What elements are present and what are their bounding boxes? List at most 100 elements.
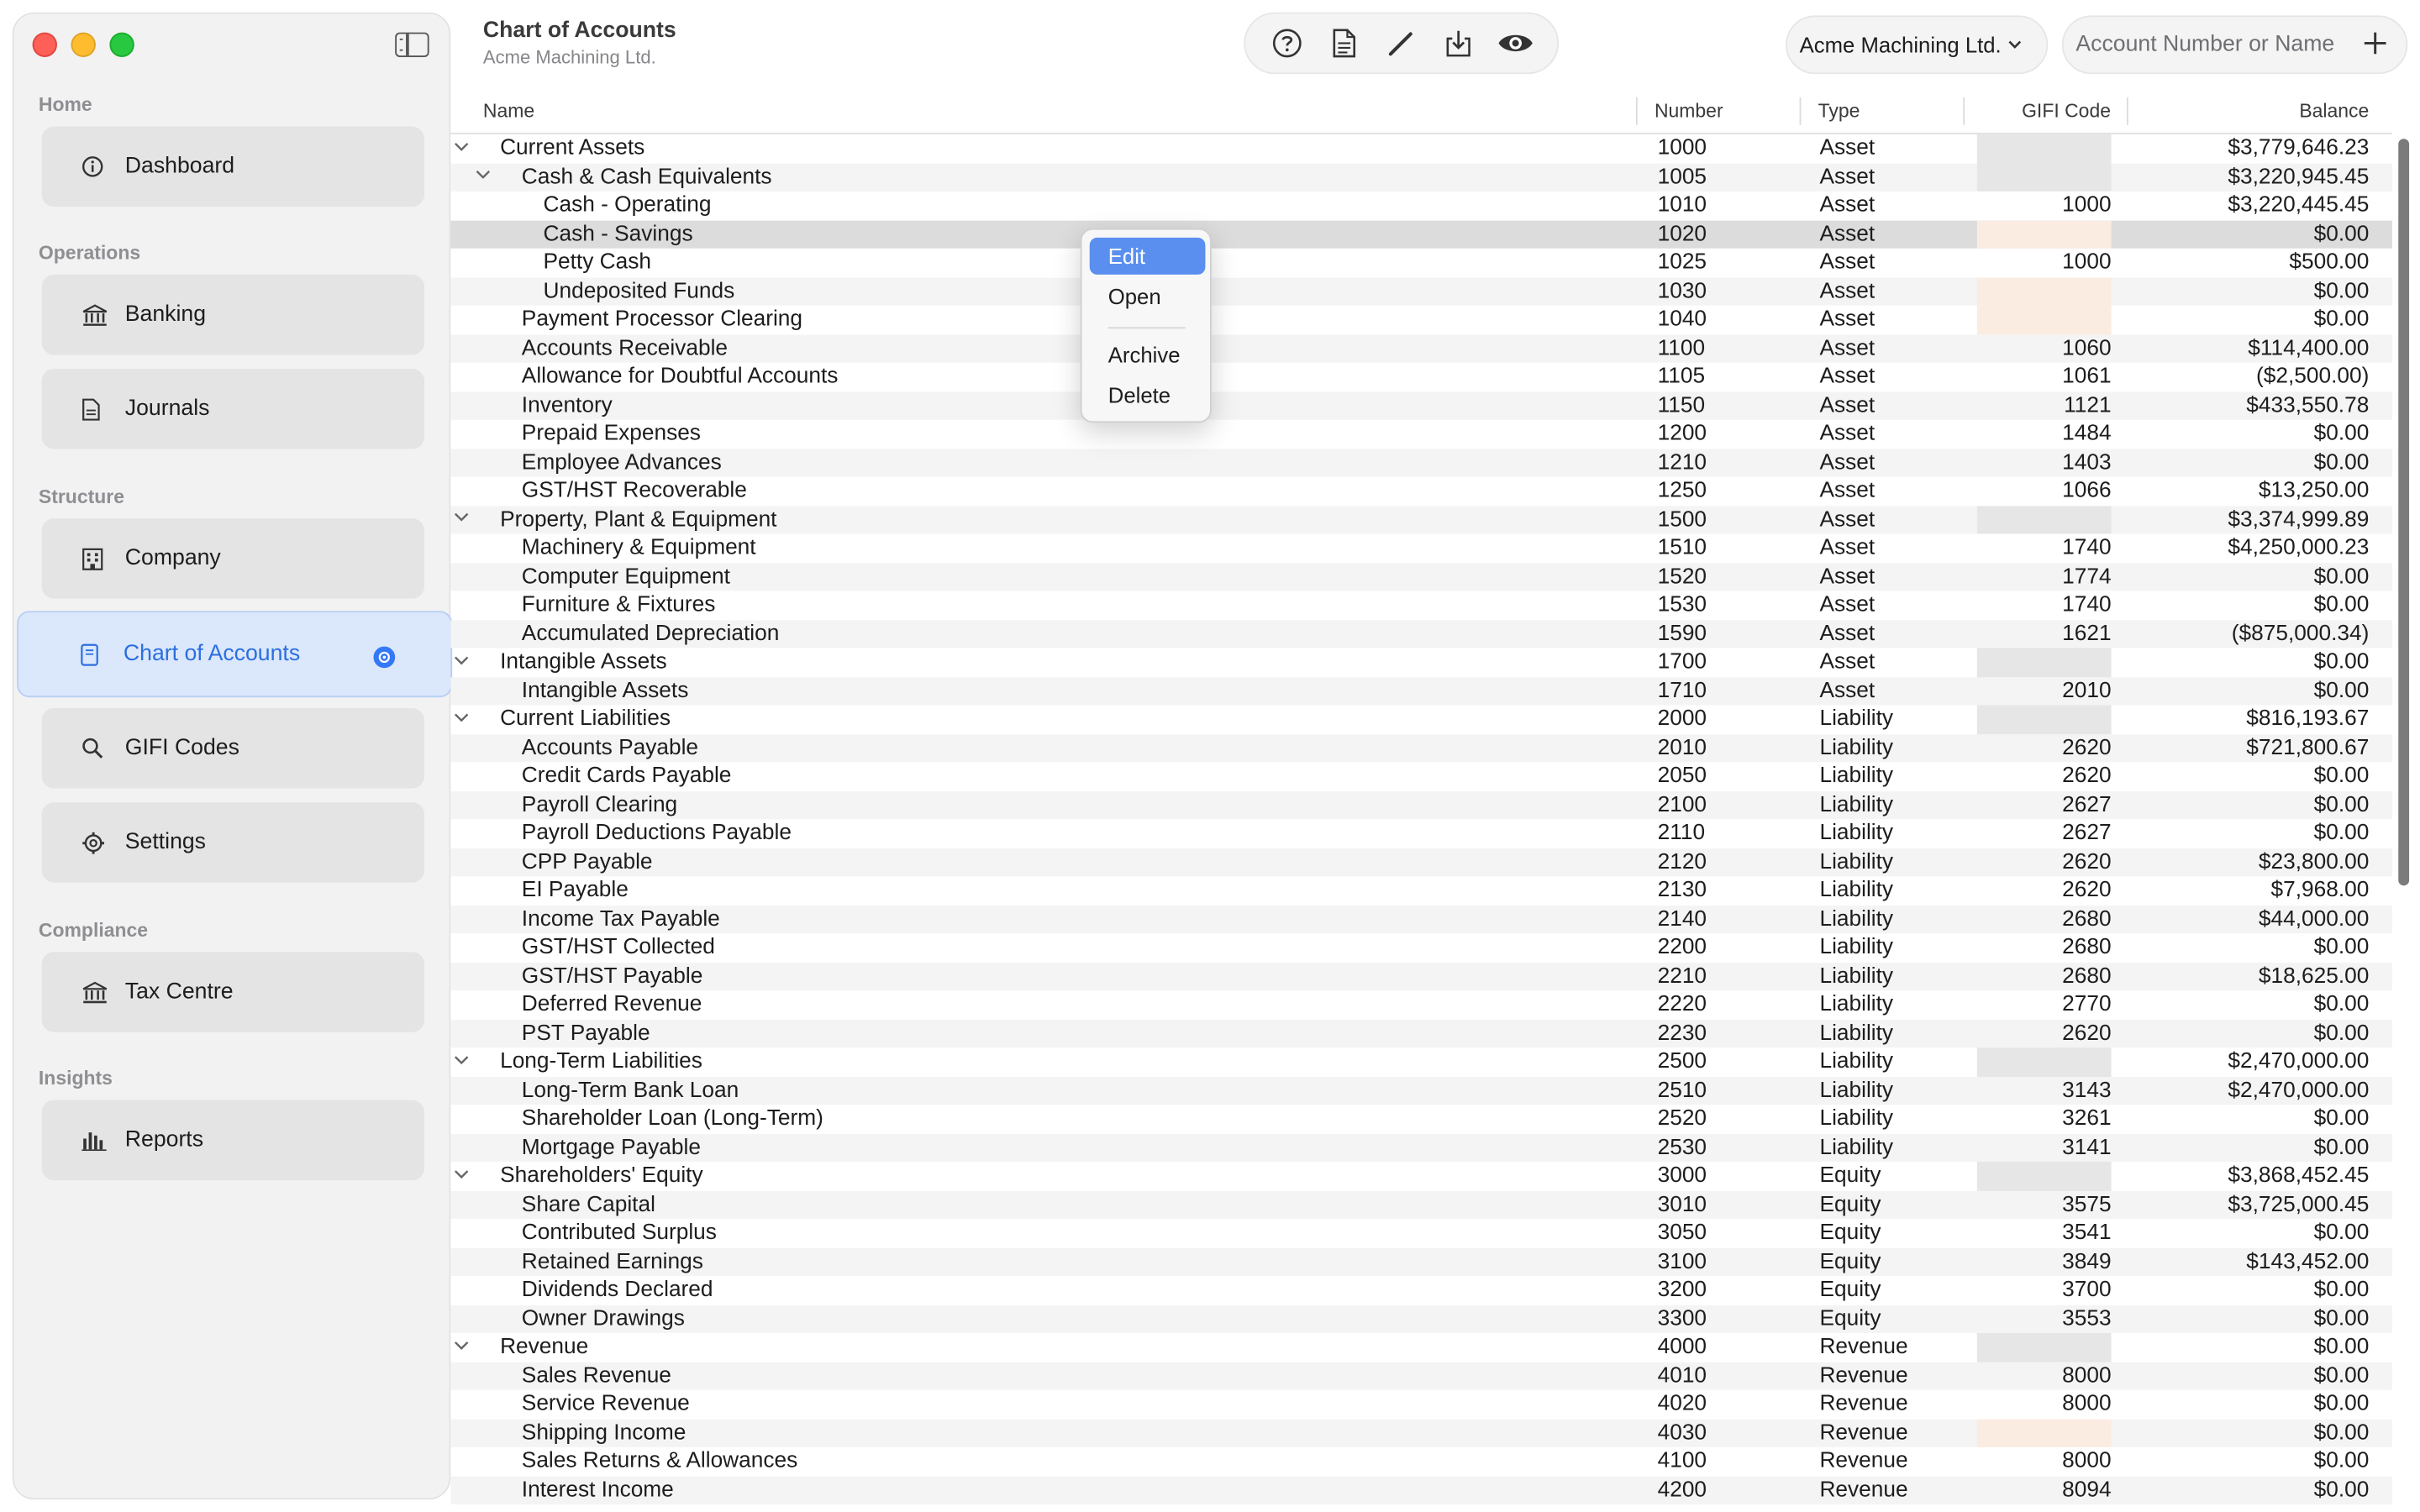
- column-divider[interactable]: [1799, 97, 1802, 125]
- sidebar-item-journals[interactable]: Journals: [41, 368, 425, 449]
- disclosure-chevron-icon[interactable]: [454, 506, 472, 534]
- table-row[interactable]: Accumulated Depreciation 1590 Asset 1621 ($8…: [450, 619, 2392, 648]
- sidebar-item-banking[interactable]: Banking: [41, 274, 425, 355]
- table-row[interactable]: Furniture & Fixtures 1530 Asset 1740 $0.00: [450, 591, 2392, 619]
- disclosure-chevron-icon[interactable]: [454, 134, 472, 163]
- table-row[interactable]: Employee Advances 1210 Asset 1403 $0.00: [450, 448, 2392, 477]
- account-name: Undeposited Funds: [543, 278, 735, 303]
- table-row[interactable]: Mortgage Payable 2530 Liability 3141 $0.00: [450, 1133, 2392, 1163]
- sidebar-item-reports[interactable]: Reports: [41, 1100, 425, 1181]
- table-row[interactable]: Cash - Operating 1010 Asset 1000 $3,220,445.…: [450, 192, 2392, 220]
- sidebar-toggle-icon[interactable]: [395, 32, 429, 57]
- minimize-window-button[interactable]: [71, 32, 96, 57]
- column-header-type[interactable]: Type: [1818, 100, 1860, 122]
- table-row[interactable]: Payroll Clearing 2100 Liability 2627 $0.00: [450, 790, 2392, 820]
- table-row[interactable]: Revenue 4000 Revenue $0.00: [450, 1332, 2392, 1362]
- column-divider[interactable]: [2126, 97, 2128, 125]
- account-search-input[interactable]: [2072, 30, 2357, 59]
- help-button[interactable]: [1268, 24, 1305, 61]
- table-row[interactable]: Deferred Revenue 2220 Liability 2770 $0.00: [450, 990, 2392, 1019]
- column-header-name[interactable]: Name: [483, 100, 534, 122]
- account-number: 3300: [1657, 1305, 1707, 1331]
- table-row[interactable]: EI Payable 2130 Liability 2620 $7,968.00: [450, 876, 2392, 905]
- zoom-window-button[interactable]: [109, 32, 134, 57]
- context-menu-open[interactable]: Open: [1090, 278, 1206, 315]
- context-menu-edit[interactable]: Edit: [1089, 237, 1206, 275]
- disclosure-chevron-icon[interactable]: [454, 1047, 472, 1076]
- table-row[interactable]: Current Assets 1000 Asset $3,779,646.23: [450, 134, 2392, 163]
- context-menu-archive[interactable]: Archive: [1090, 336, 1206, 373]
- sidebar-item-company[interactable]: Company: [41, 518, 425, 599]
- disclosure-chevron-icon[interactable]: [454, 1333, 472, 1362]
- table-row[interactable]: Allowance for Doubtful Accounts 1105 Asset…: [450, 363, 2392, 391]
- close-window-button[interactable]: [32, 32, 57, 57]
- gifi-code: 2680: [2062, 906, 2112, 932]
- table-row[interactable]: Income Tax Payable 2140 Liability 2680 $44,0…: [450, 905, 2392, 934]
- account-balance: $0.00: [2313, 991, 2370, 1017]
- table-row[interactable]: Cash - Savings 1020 Asset $0.00: [450, 219, 2392, 249]
- table-row[interactable]: Sales Revenue 4010 Revenue 8000 $0.00: [450, 1361, 2392, 1390]
- disclosure-chevron-icon[interactable]: [454, 705, 472, 733]
- table-row[interactable]: Owner Drawings 3300 Equity 3553 $0.00: [450, 1304, 2392, 1333]
- table-row[interactable]: Computer Equipment 1520 Asset 1774 $0.00: [450, 562, 2392, 591]
- column-header-balance[interactable]: Balance: [2299, 100, 2369, 122]
- sidebar-item-chart-of-accounts[interactable]: Chart of Accounts: [17, 611, 453, 698]
- preview-button[interactable]: [1497, 24, 1534, 61]
- table-row[interactable]: Long-Term Liabilities 2500 Liability $2,470…: [450, 1047, 2392, 1077]
- edit-button[interactable]: [1383, 24, 1420, 61]
- table-row[interactable]: Dividends Declared 3200 Equity 3700 $0.00: [450, 1276, 2392, 1305]
- account-type: Liability: [1819, 906, 1894, 932]
- table-row[interactable]: GST/HST Recoverable 1250 Asset 1066 $13,250.…: [450, 477, 2392, 506]
- disclosure-chevron-icon[interactable]: [454, 1162, 472, 1190]
- scroll-thumb[interactable]: [2398, 139, 2410, 886]
- table-row[interactable]: Interest Income 4200 Revenue 8094 $0.00: [450, 1475, 2392, 1504]
- table-row[interactable]: Current Liabilities 2000 Liability $816,193…: [450, 705, 2392, 734]
- table-row[interactable]: Cash & Cash Equivalents 1005 Asset $3,220,9…: [450, 162, 2392, 192]
- column-divider[interactable]: [1635, 97, 1638, 125]
- table-row[interactable]: Intangible Assets 1700 Asset $0.00: [450, 648, 2392, 677]
- table-row[interactable]: Share Capital 3010 Equity 3575 $3,725,000.45: [450, 1190, 2392, 1219]
- table-row[interactable]: Shareholder Loan (Long-Term) 2520 Liabilit…: [450, 1105, 2392, 1133]
- new-document-button[interactable]: [1325, 24, 1362, 61]
- table-row[interactable]: Intangible Assets 1710 Asset 2010 $0.00: [450, 676, 2392, 706]
- table-row[interactable]: Prepaid Expenses 1200 Asset 1484 $0.00: [450, 420, 2392, 449]
- gifi-code: 1774: [2062, 564, 2112, 589]
- vertical-scrollbar[interactable]: [2392, 136, 2414, 1512]
- column-header-gifi[interactable]: GIFI Code: [2022, 100, 2111, 122]
- context-menu-delete[interactable]: Delete: [1090, 376, 1206, 413]
- import-button[interactable]: [1440, 24, 1477, 61]
- table-row[interactable]: Sales Returns & Allowances 4100 Revenue 800…: [450, 1447, 2392, 1476]
- add-account-button[interactable]: [2363, 29, 2387, 60]
- table-row[interactable]: Payroll Deductions Payable 2110 Liability 2…: [450, 819, 2392, 848]
- table-row[interactable]: Undeposited Funds 1030 Asset $0.00: [450, 276, 2392, 306]
- table-row[interactable]: PST Payable 2230 Liability 2620 $0.00: [450, 1019, 2392, 1048]
- column-header-number[interactable]: Number: [1655, 100, 1723, 122]
- table-row[interactable]: Contributed Surplus 3050 Equity 3541 $0.00: [450, 1219, 2392, 1247]
- table-row[interactable]: Shipping Income 4030 Revenue $0.00: [450, 1418, 2392, 1447]
- table-row[interactable]: Payment Processor Clearing 1040 Asset $0.00: [450, 305, 2392, 334]
- company-selector[interactable]: Acme Machining Ltd.: [1786, 15, 2049, 75]
- table-row[interactable]: Shareholders' Equity 3000 Equity $3,868,452…: [450, 1162, 2392, 1191]
- sidebar-item-settings[interactable]: Settings: [41, 802, 425, 883]
- table-row[interactable]: Service Revenue 4020 Revenue 8000 $0.00: [450, 1390, 2392, 1419]
- table-row[interactable]: Retained Earnings 3100 Equity 3849 $143,452.…: [450, 1247, 2392, 1276]
- disclosure-chevron-icon[interactable]: [476, 163, 494, 192]
- table-row[interactable]: Property, Plant & Equipment 1500 Asset $3,3…: [450, 505, 2392, 534]
- account-number: 3010: [1657, 1191, 1707, 1217]
- table-row[interactable]: CPP Payable 2120 Liability 2620 $23,800.00: [450, 848, 2392, 877]
- sidebar-item-dashboard[interactable]: Dashboard: [41, 126, 425, 207]
- table-row[interactable]: Machinery & Equipment 1510 Asset 1740 $4,250…: [450, 533, 2392, 562]
- table-row[interactable]: Petty Cash 1025 Asset 1000 $500.00: [450, 249, 2392, 277]
- column-divider[interactable]: [1963, 97, 1965, 125]
- table-row[interactable]: GST/HST Collected 2200 Liability 2680 $0.00: [450, 933, 2392, 962]
- table-row[interactable]: Long-Term Bank Loan 2510 Liability 3143 $2,4…: [450, 1076, 2392, 1105]
- account-balance: $0.00: [2313, 1334, 2370, 1360]
- table-row[interactable]: Accounts Payable 2010 Liability 2620 $721,80…: [450, 733, 2392, 763]
- table-row[interactable]: Accounts Receivable 1100 Asset 1060 $114,400…: [450, 333, 2392, 363]
- table-row[interactable]: Credit Cards Payable 2050 Liability 2620 $0.…: [450, 762, 2392, 790]
- sidebar-item-gifi-codes[interactable]: GIFI Codes: [41, 708, 425, 789]
- table-row[interactable]: GST/HST Payable 2210 Liability 2680 $18,625.…: [450, 962, 2392, 991]
- sidebar-item-tax-centre[interactable]: Tax Centre: [41, 952, 425, 1032]
- disclosure-chevron-icon[interactable]: [454, 648, 472, 676]
- table-row[interactable]: Inventory 1150 Asset 1121 $433,550.78: [450, 391, 2392, 420]
